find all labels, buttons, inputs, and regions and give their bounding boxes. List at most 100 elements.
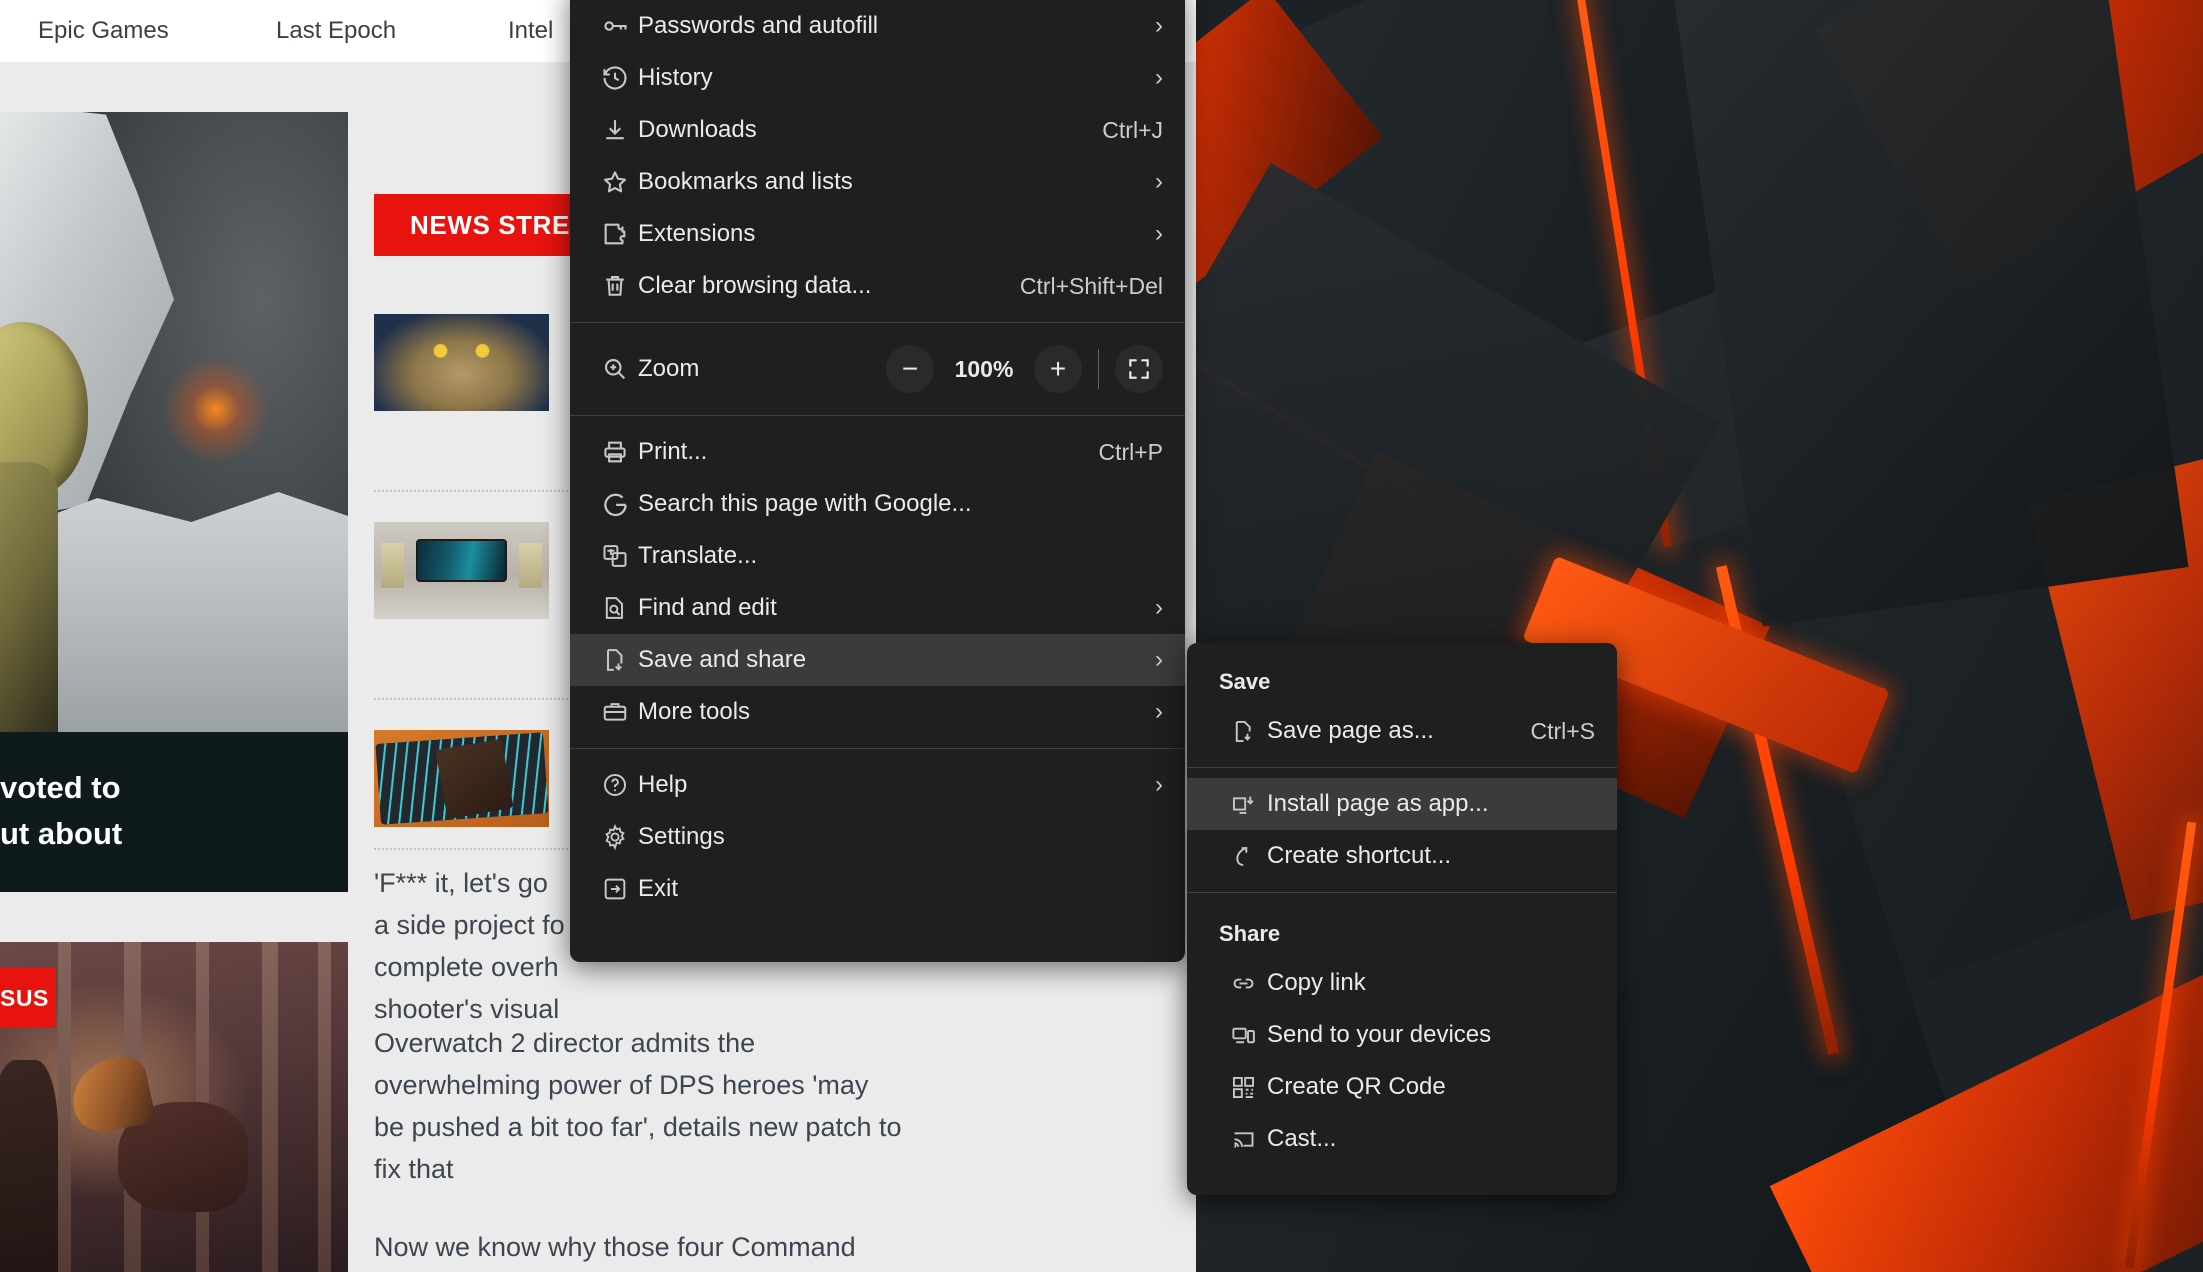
save-and-share-submenu: Save Save page as... Ctrl+S Install page… — [1187, 643, 1617, 1195]
menu-item-label: Translate... — [638, 542, 758, 569]
help-icon — [592, 771, 638, 799]
menu-item-history[interactable]: History › — [570, 52, 1185, 104]
menu-item-settings[interactable]: Settings — [570, 811, 1185, 863]
submenu-item-send-to-your-devices[interactable]: Send to your devices — [1187, 1009, 1617, 1061]
hero-body-shape — [0, 462, 58, 732]
news-thumbnail-3[interactable] — [374, 730, 549, 827]
link-icon — [1219, 970, 1267, 997]
menu-item-print[interactable]: Print... Ctrl+P — [570, 426, 1185, 478]
chevron-right-icon: › — [1155, 64, 1163, 91]
promo-person-shape — [0, 1060, 58, 1272]
find-edit-icon — [592, 594, 638, 622]
chevron-right-icon: › — [1155, 646, 1163, 673]
menu-item-find-and-edit[interactable]: Find and edit › — [570, 582, 1185, 634]
zoom-magnifier-icon — [592, 355, 638, 383]
toolbox-icon — [592, 698, 638, 726]
chevron-right-icon: › — [1155, 220, 1163, 247]
menu-item-more-tools[interactable]: More tools › — [570, 686, 1185, 738]
printer-icon — [592, 438, 638, 466]
chevron-right-icon: › — [1155, 12, 1163, 39]
trash-icon — [592, 272, 638, 300]
menu-item-label: Exit — [638, 875, 679, 902]
bookmark-intel[interactable]: Intel — [508, 17, 553, 45]
menu-item-label: Clear browsing data... — [638, 272, 872, 299]
history-icon — [592, 64, 638, 92]
zoom-level-value: 100% — [954, 355, 1014, 382]
puzzle-icon — [592, 220, 638, 248]
news-thumbnail-1[interactable] — [374, 314, 549, 411]
menu-item-label: Settings — [638, 823, 725, 850]
menu-item-downloads[interactable]: Downloads Ctrl+J — [570, 104, 1185, 156]
menu-item-search-page-with-google[interactable]: Search this page with Google... — [570, 478, 1185, 530]
menu-divider — [570, 322, 1185, 323]
submenu-item-save-page-as[interactable]: Save page as... Ctrl+S — [1187, 705, 1617, 757]
download-icon — [592, 116, 638, 144]
menu-item-label: Search this page with Google... — [638, 490, 972, 517]
menu-item-exit[interactable]: Exit — [570, 863, 1185, 915]
submenu-item-create-shortcut[interactable]: Create shortcut... — [1187, 830, 1617, 882]
shortcut-icon — [1219, 843, 1267, 870]
promo-image[interactable]: SUS — [0, 942, 348, 1272]
menu-item-shortcut: Ctrl+P — [1098, 438, 1163, 465]
menu-item-label: Passwords and autofill — [638, 12, 879, 39]
menu-divider — [570, 415, 1185, 416]
menu-item-shortcut: Ctrl+Shift+Del — [1019, 272, 1163, 299]
fullscreen-button[interactable] — [1115, 345, 1163, 393]
submenu-item-install-page-as-app[interactable]: Install page as app... — [1187, 778, 1617, 830]
menu-item-shortcut: Ctrl+J — [1102, 116, 1163, 143]
hero-caption-line-2: ut about — [0, 816, 123, 851]
submenu-item-label: Create shortcut... — [1267, 842, 1452, 869]
menu-divider — [570, 748, 1185, 749]
zoom-out-button[interactable]: − — [886, 345, 934, 393]
submenu-item-label: Copy link — [1267, 969, 1366, 996]
zoom-label: Zoom — [638, 355, 700, 382]
zoom-divider — [1098, 349, 1099, 389]
menu-item-label: Extensions — [638, 220, 756, 247]
key-icon — [592, 12, 638, 40]
submenu-item-label: Send to your devices — [1267, 1021, 1492, 1048]
hero-image[interactable] — [0, 112, 348, 732]
menu-item-help[interactable]: Help › — [570, 759, 1185, 811]
submenu-share-heading: Share — [1219, 921, 1281, 946]
devices-icon — [1219, 1022, 1267, 1049]
submenu-item-label: Cast... — [1267, 1125, 1337, 1152]
hero-caption-line-1: voted to — [0, 770, 121, 805]
news-thumbnail-2[interactable] — [374, 522, 549, 619]
menu-item-label: Downloads — [638, 116, 757, 143]
chevron-right-icon: › — [1155, 594, 1163, 621]
menu-item-label: Help — [638, 771, 688, 798]
promo-badge: SUS — [0, 968, 56, 1028]
bookmark-epic-games[interactable]: Epic Games — [38, 17, 169, 45]
menu-zoom-row: Zoom − 100% + — [570, 333, 1185, 405]
translate-icon — [592, 542, 638, 570]
menu-item-save-and-share[interactable]: Save and share › — [570, 634, 1185, 686]
submenu-item-label: Install page as app... — [1267, 790, 1489, 817]
submenu-divider — [1187, 892, 1617, 893]
submenu-item-cast[interactable]: Cast... — [1187, 1113, 1617, 1165]
menu-item-clear-browsing-data[interactable]: Clear browsing data... Ctrl+Shift+Del — [570, 260, 1185, 312]
bookmark-last-epoch[interactable]: Last Epoch — [276, 17, 396, 45]
google-g-icon — [592, 491, 638, 518]
submenu-item-create-qr-code[interactable]: Create QR Code — [1187, 1061, 1617, 1113]
exit-icon — [592, 875, 638, 903]
menu-item-passwords-and-autofill[interactable]: Passwords and autofill › — [570, 0, 1185, 52]
save-page-icon — [1219, 718, 1267, 745]
menu-item-extensions[interactable]: Extensions › — [570, 208, 1185, 260]
article-headline-2[interactable]: Overwatch 2 director admits the overwhel… — [374, 1022, 904, 1190]
screen: Epic Games Last Epoch Intel voted to ut … — [0, 0, 2203, 1272]
chevron-right-icon: › — [1155, 771, 1163, 798]
submenu-item-label: Create QR Code — [1267, 1073, 1446, 1100]
menu-item-label: Print... — [638, 438, 708, 465]
chevron-right-icon: › — [1155, 168, 1163, 195]
submenu-item-copy-link[interactable]: Copy link — [1187, 957, 1617, 1009]
chevron-right-icon: › — [1155, 698, 1163, 725]
menu-item-bookmarks-and-lists[interactable]: Bookmarks and lists › — [570, 156, 1185, 208]
zoom-in-button[interactable]: + — [1034, 345, 1082, 393]
menu-item-translate[interactable]: Translate... — [570, 530, 1185, 582]
submenu-item-label: Save page as... — [1267, 717, 1434, 744]
menu-item-label: Bookmarks and lists — [638, 168, 853, 195]
install-app-icon — [1219, 791, 1267, 818]
submenu-divider — [1187, 767, 1617, 768]
article-headline-3[interactable]: Now we know why those four Command — [374, 1226, 904, 1268]
hero-caption[interactable]: voted to ut about — [0, 732, 348, 892]
